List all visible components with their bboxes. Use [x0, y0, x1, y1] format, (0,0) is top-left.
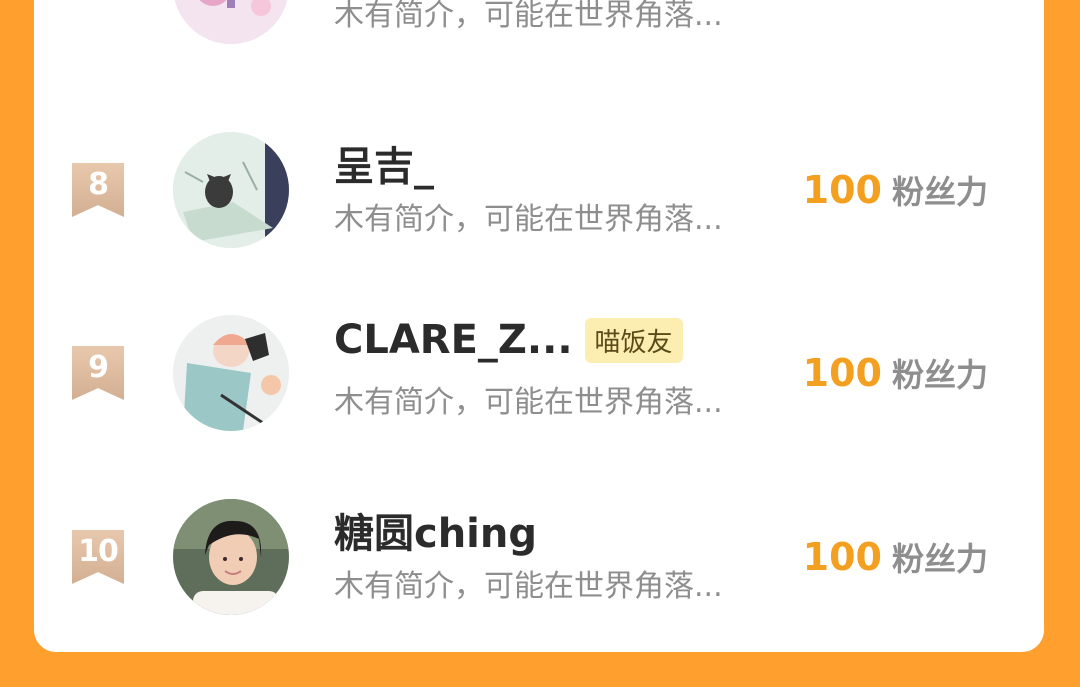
fan-power: 100 粉丝力: [803, 350, 988, 396]
name-line: 呈吉_: [334, 134, 434, 192]
user-bio: 木有简介，可能在世界角落...: [334, 569, 723, 604]
user-name[interactable]: 呈吉_: [334, 134, 434, 192]
fan-power: 100 粉丝力: [803, 534, 988, 580]
avatar[interactable]: [173, 315, 289, 431]
fan-tag-badge: 喵饭友: [584, 317, 683, 363]
ranking-row[interactable]: 8 呈吉_ 木有简介，可能在世界角落... 100 粉丝力: [34, 120, 1044, 260]
fan-power: 100 粉丝力: [803, 167, 988, 213]
ranking-row-partial[interactable]: 木有简介，可能在世界角落...: [34, 0, 1044, 56]
rank-number: 10: [78, 534, 119, 569]
user-name[interactable]: CLARE_Z...: [334, 317, 573, 363]
fan-power-unit: 粉丝力: [891, 356, 988, 394]
rank-badge: 9: [72, 346, 124, 400]
ranking-card: 木有简介，可能在世界角落... 8 呈吉_ 木有简介，可能在世界角落... 10…: [34, 0, 1044, 652]
user-name[interactable]: 糖圆ching: [334, 501, 537, 559]
ranking-row[interactable]: 10 糖圆ching 木有简介，可能在世界角落... 100 粉丝力: [34, 487, 1044, 627]
rank-badge: 10: [72, 530, 124, 584]
fan-power-value: 100: [802, 535, 882, 579]
rank-badge: 8: [72, 163, 124, 217]
avatar[interactable]: [173, 0, 289, 44]
avatar[interactable]: [173, 132, 289, 248]
name-line: 糖圆ching: [334, 501, 537, 559]
rank-number: 9: [88, 350, 109, 385]
user-bio: 木有简介，可能在世界角落...: [334, 0, 723, 33]
ranking-row[interactable]: 9 CLARE_Z... 喵饭友 木有简介，可能在世界角落... 100 粉丝力: [34, 303, 1044, 443]
user-bio: 木有简介，可能在世界角落...: [334, 385, 723, 420]
fan-power-value: 100: [802, 168, 882, 212]
rank-number: 8: [88, 167, 109, 202]
fan-power-value: 100: [802, 351, 882, 395]
name-line: CLARE_Z... 喵饭友: [334, 317, 683, 363]
user-bio: 木有简介，可能在世界角落...: [334, 202, 723, 237]
fan-power-unit: 粉丝力: [891, 173, 988, 211]
fan-power-unit: 粉丝力: [891, 540, 988, 578]
avatar[interactable]: [173, 499, 289, 615]
